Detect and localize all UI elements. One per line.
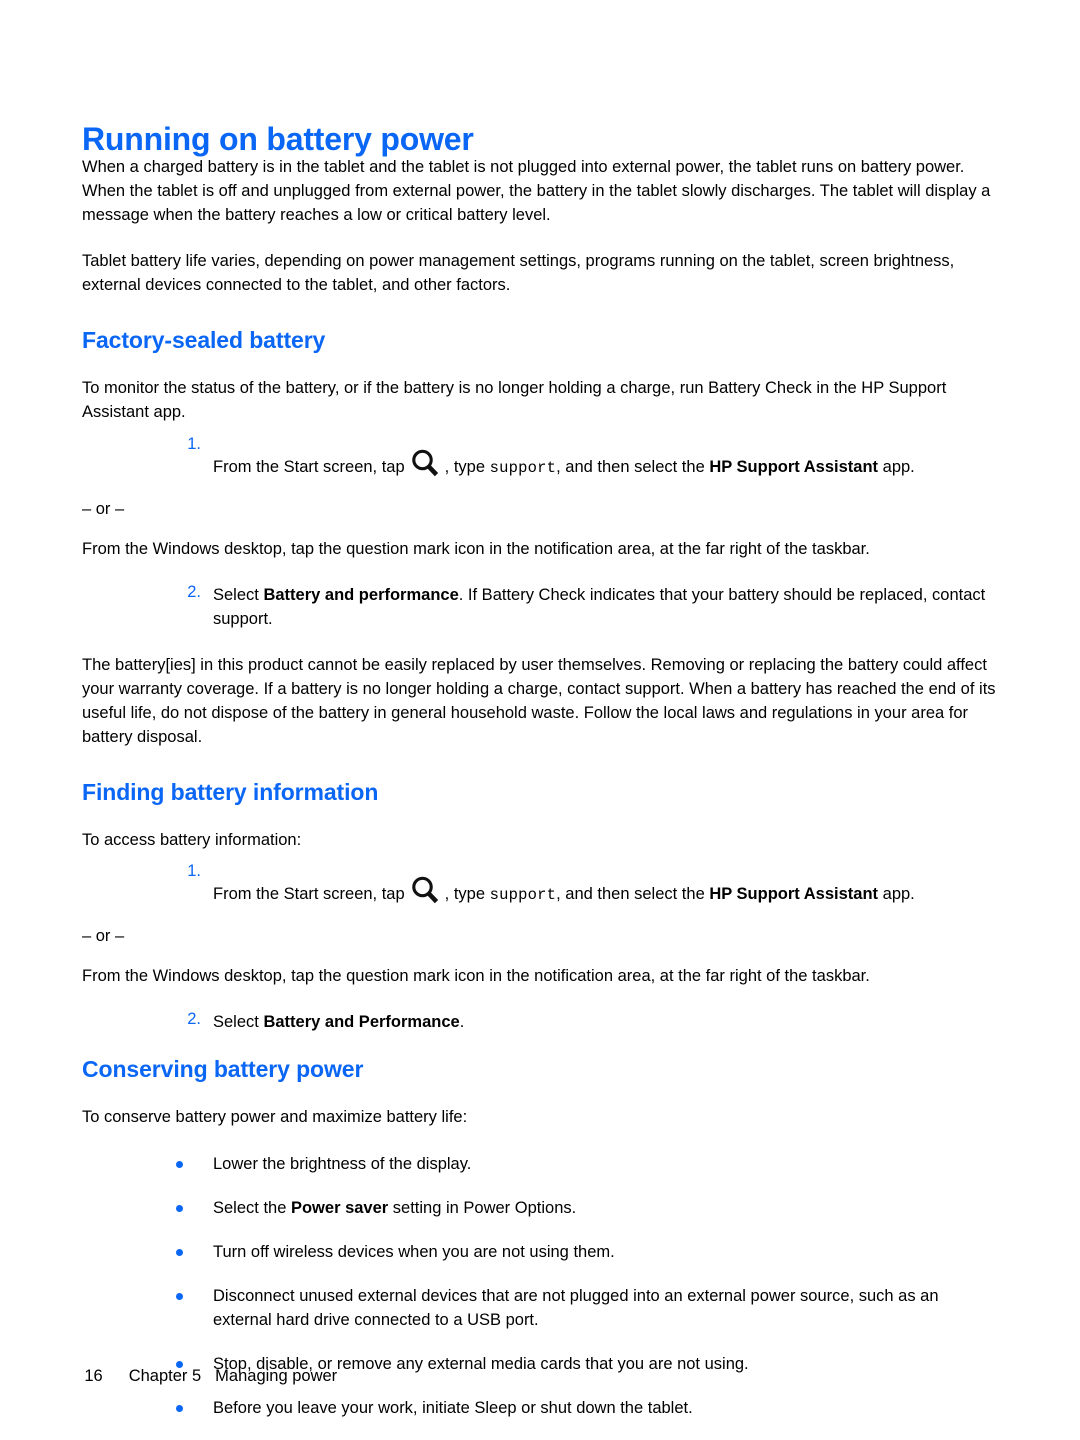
list-item-post: setting in Power Options. [388, 1198, 577, 1217]
footer-page-number: 16 [84, 1367, 103, 1385]
step-text-before-icon: From the Start screen, tap [213, 885, 405, 904]
bullet-dot-icon [176, 1160, 183, 1168]
step-text-end: app. [882, 885, 915, 904]
alternative-instruction: From the Windows desktop, tap the questi… [82, 539, 870, 558]
footer-chapter-title: Managing power [215, 1367, 338, 1385]
list-item: Select the Power saver setting in Power … [169, 1196, 1000, 1220]
step-bold-setting: Battery and Performance [263, 1013, 460, 1032]
list-item-bold: Power saver [290, 1198, 389, 1217]
step-text-after-icon: , type [444, 885, 486, 904]
step-text: Select Battery and performance. If Batte… [213, 586, 985, 628]
step-text-after-mono: , and then select the [556, 885, 705, 904]
list-item: Disconnect unused external devices that … [169, 1284, 1000, 1332]
step-text: Select Battery and Performance. [213, 1013, 464, 1031]
list-item-pre: Select the [213, 1198, 291, 1217]
step-text-end: app. [882, 457, 915, 476]
list-item-text: Lower the brightness of the display. [213, 1155, 471, 1173]
bullet-dot-icon [176, 1405, 183, 1413]
list-item: Turn off wireless devices when you are n… [169, 1240, 1000, 1264]
factory-sealed-intro: To monitor the status of the battery, or… [82, 379, 947, 422]
page-content: When a charged battery is in the tablet … [82, 155, 1000, 1440]
ordered-step: 1. From the Start screen, tap , type supp… [169, 862, 1000, 908]
list-item-pre: Turn off wireless devices when you are n… [213, 1242, 615, 1261]
search-icon [408, 874, 442, 908]
page-title: Running on battery power [82, 121, 474, 158]
footer-chapter: Chapter 5 [128, 1367, 202, 1385]
step-mono-text: support [489, 886, 557, 905]
list-item: Lower the brightness of the display. [169, 1152, 1000, 1176]
intro-paragraph-2: Tablet battery life varies, depending on… [82, 252, 955, 295]
step-text-before-icon: From the Start screen, tap [213, 457, 405, 476]
step-text-after-icon: , type [444, 457, 486, 476]
list-item-text: Select the Power saver setting in Power … [213, 1199, 576, 1217]
step-bold-app: HP Support Assistant [709, 457, 879, 476]
step-number: 2. [187, 1010, 201, 1029]
factory-sealed-closing: The battery[ies] in this product cannot … [82, 655, 996, 747]
step-bold-setting: Battery and performance [263, 585, 459, 604]
intro-paragraph-1: When a charged battery is in the tablet … [82, 158, 991, 225]
list-item-pre: Lower the brightness of the display. [213, 1154, 472, 1173]
ordered-step: 1. From the Start screen, tap , type supp… [169, 435, 1000, 481]
step-mono-text: support [489, 458, 557, 477]
step-text-before-bold: Select [213, 585, 259, 604]
ordered-step: 2. Select Battery and Performance. [169, 1010, 1000, 1034]
step-number: 2. [187, 582, 201, 601]
step-text-after-mono: , and then select the [556, 457, 705, 476]
bullet-dot-icon [176, 1204, 183, 1212]
conserving-intro: To conserve battery power and maximize b… [82, 1108, 468, 1127]
page-footer: 16 Chapter 5 Managing power [66, 1348, 337, 1405]
alternative-instruction: From the Windows desktop, tap the questi… [82, 967, 870, 986]
section-heading-factory-sealed: Factory-sealed battery [82, 327, 326, 354]
ordered-step: 2. Select Battery and performance. If Ba… [169, 583, 1000, 631]
or-separator: – or – [82, 927, 125, 946]
step-text: From the Start screen, tap , type support… [213, 877, 915, 905]
search-icon [408, 447, 442, 481]
step-text-after-bold: . [459, 1013, 465, 1032]
or-separator: – or – [82, 499, 125, 518]
list-item-text: Turn off wireless devices when you are n… [213, 1243, 615, 1261]
list-item-text: Disconnect unused external devices that … [213, 1287, 939, 1329]
section-heading-finding-info: Finding battery information [82, 779, 379, 806]
document-page: Running on battery power When a charged … [0, 0, 1080, 1437]
step-text: From the Start screen, tap , type support… [213, 449, 915, 477]
finding-info-intro: To access battery information: [82, 831, 302, 850]
step-number: 1. [187, 434, 201, 453]
step-bold-app: HP Support Assistant [709, 885, 879, 904]
step-number: 1. [187, 862, 201, 881]
section-heading-conserving: Conserving battery power [82, 1056, 364, 1083]
bullet-dot-icon [176, 1292, 183, 1300]
list-item-pre: Disconnect unused external devices that … [213, 1286, 939, 1329]
step-text-before-bold: Select [213, 1013, 259, 1032]
bullet-dot-icon [176, 1248, 183, 1256]
